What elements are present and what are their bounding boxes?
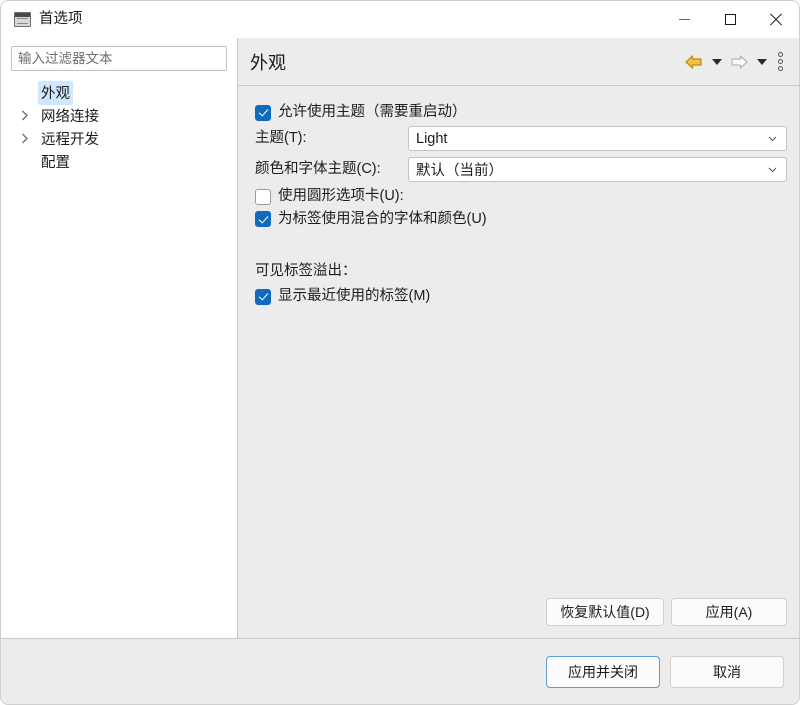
back-dropdown-button[interactable] xyxy=(709,49,724,75)
apply-and-close-button[interactable]: 应用并关闭 xyxy=(546,655,660,688)
mixed-fonts-colors-checkbox[interactable] xyxy=(255,211,271,228)
page-header: 外观 xyxy=(238,38,799,86)
color-font-theme-combo-value: 默认（当前） xyxy=(416,163,503,180)
dialog-footer: 应用并关闭 取消 xyxy=(1,638,799,704)
preferences-window: 首选项 外观 xyxy=(0,0,800,705)
enable-theming-row: 允许使用主题（需要重启动） xyxy=(255,104,787,121)
back-button[interactable] xyxy=(681,49,707,75)
sidebar-item-remote-development[interactable]: 远程开发 xyxy=(11,127,227,150)
filter-input[interactable] xyxy=(11,46,227,71)
theme-label: 主题(T): xyxy=(255,130,307,147)
chevron-down-icon xyxy=(768,168,777,173)
preference-tree: 外观 网络连接 远程开发 配置 xyxy=(11,80,227,173)
preferences-window-icon xyxy=(14,12,31,27)
window-title: 首选项 xyxy=(39,11,83,28)
theme-combo-value: Light xyxy=(416,130,448,147)
page-title: 外观 xyxy=(250,52,286,73)
minimize-icon xyxy=(678,19,690,20)
chevron-down-icon xyxy=(711,58,722,65)
preference-page: 外观 允许使用主题（需要重启动） 主题(T): Light 颜色和字体主题(C)… xyxy=(238,38,799,638)
chevron-right-icon[interactable] xyxy=(21,133,38,144)
color-font-theme-row: 颜色和字体主题(C): 默认（当前） xyxy=(255,157,787,183)
back-arrow-icon xyxy=(685,54,702,69)
title-bar: 首选项 xyxy=(1,1,799,38)
page-action-buttons: 恢复默认值(D) 应用(A) xyxy=(238,598,799,638)
sidebar-item-label: 网络连接 xyxy=(41,108,99,125)
page-content: 允许使用主题（需要重启动） 主题(T): Light 颜色和字体主题(C): 默… xyxy=(238,86,799,598)
sidebar-item-label: 外观 xyxy=(38,80,73,105)
sidebar-item-network-connections[interactable]: 网络连接 xyxy=(11,104,227,127)
color-font-theme-label: 颜色和字体主题(C): xyxy=(255,161,381,178)
enable-theming-checkbox[interactable] xyxy=(255,104,271,121)
round-tabs-row: 使用圆形选项卡(U): xyxy=(255,188,787,206)
cancel-button[interactable]: 取消 xyxy=(670,655,784,688)
maximize-button[interactable] xyxy=(707,1,753,38)
round-tabs-checkbox[interactable] xyxy=(255,189,271,206)
chevron-down-icon xyxy=(756,58,767,65)
restore-defaults-button[interactable]: 恢复默认值(D) xyxy=(546,598,664,626)
mixed-fonts-colors-label: 为标签使用混合的字体和颜色(U) xyxy=(278,210,487,227)
enable-theming-label: 允许使用主题（需要重启动） xyxy=(278,104,467,120)
maximize-icon xyxy=(724,14,736,25)
apply-button[interactable]: 应用(A) xyxy=(671,598,787,626)
view-menu-button[interactable] xyxy=(771,49,789,75)
theme-combo[interactable]: Light xyxy=(408,126,787,152)
show-recent-tabs-checkbox[interactable] xyxy=(255,288,271,305)
close-icon xyxy=(769,13,783,27)
show-recent-tabs-row: 显示最近使用的标签(M) xyxy=(255,288,787,305)
show-recent-tabs-label: 显示最近使用的标签(M) xyxy=(278,288,431,305)
window-body: 外观 网络连接 远程开发 配置 xyxy=(1,38,799,638)
forward-arrow-icon xyxy=(731,54,748,69)
page-header-tools xyxy=(681,49,789,75)
window-controls xyxy=(661,1,799,38)
chevron-down-icon xyxy=(768,137,777,142)
tab-overflow-section-label: 可见标签溢出： xyxy=(255,263,357,280)
theme-row: 主题(T): Light xyxy=(255,126,787,152)
sidebar-item-appearance[interactable]: 外观 xyxy=(11,80,227,105)
close-button[interactable] xyxy=(753,1,799,38)
color-font-theme-combo[interactable]: 默认（当前） xyxy=(408,157,787,183)
round-tabs-label: 使用圆形选项卡(U): xyxy=(278,188,404,205)
sidebar-item-label: 配置 xyxy=(41,154,70,171)
sidebar-item-configuration[interactable]: 配置 xyxy=(11,150,227,173)
chevron-right-icon[interactable] xyxy=(21,110,38,121)
mixed-fonts-colors-row: 为标签使用混合的字体和颜色(U) xyxy=(255,211,787,228)
minimize-button[interactable] xyxy=(661,1,707,38)
forward-dropdown-button[interactable] xyxy=(754,49,769,75)
sidebar-item-label: 远程开发 xyxy=(41,131,99,148)
forward-button[interactable] xyxy=(726,49,752,75)
title-bar-left: 首选项 xyxy=(1,12,83,27)
sidebar: 外观 网络连接 远程开发 配置 xyxy=(1,38,238,638)
view-menu-icon xyxy=(777,52,783,71)
